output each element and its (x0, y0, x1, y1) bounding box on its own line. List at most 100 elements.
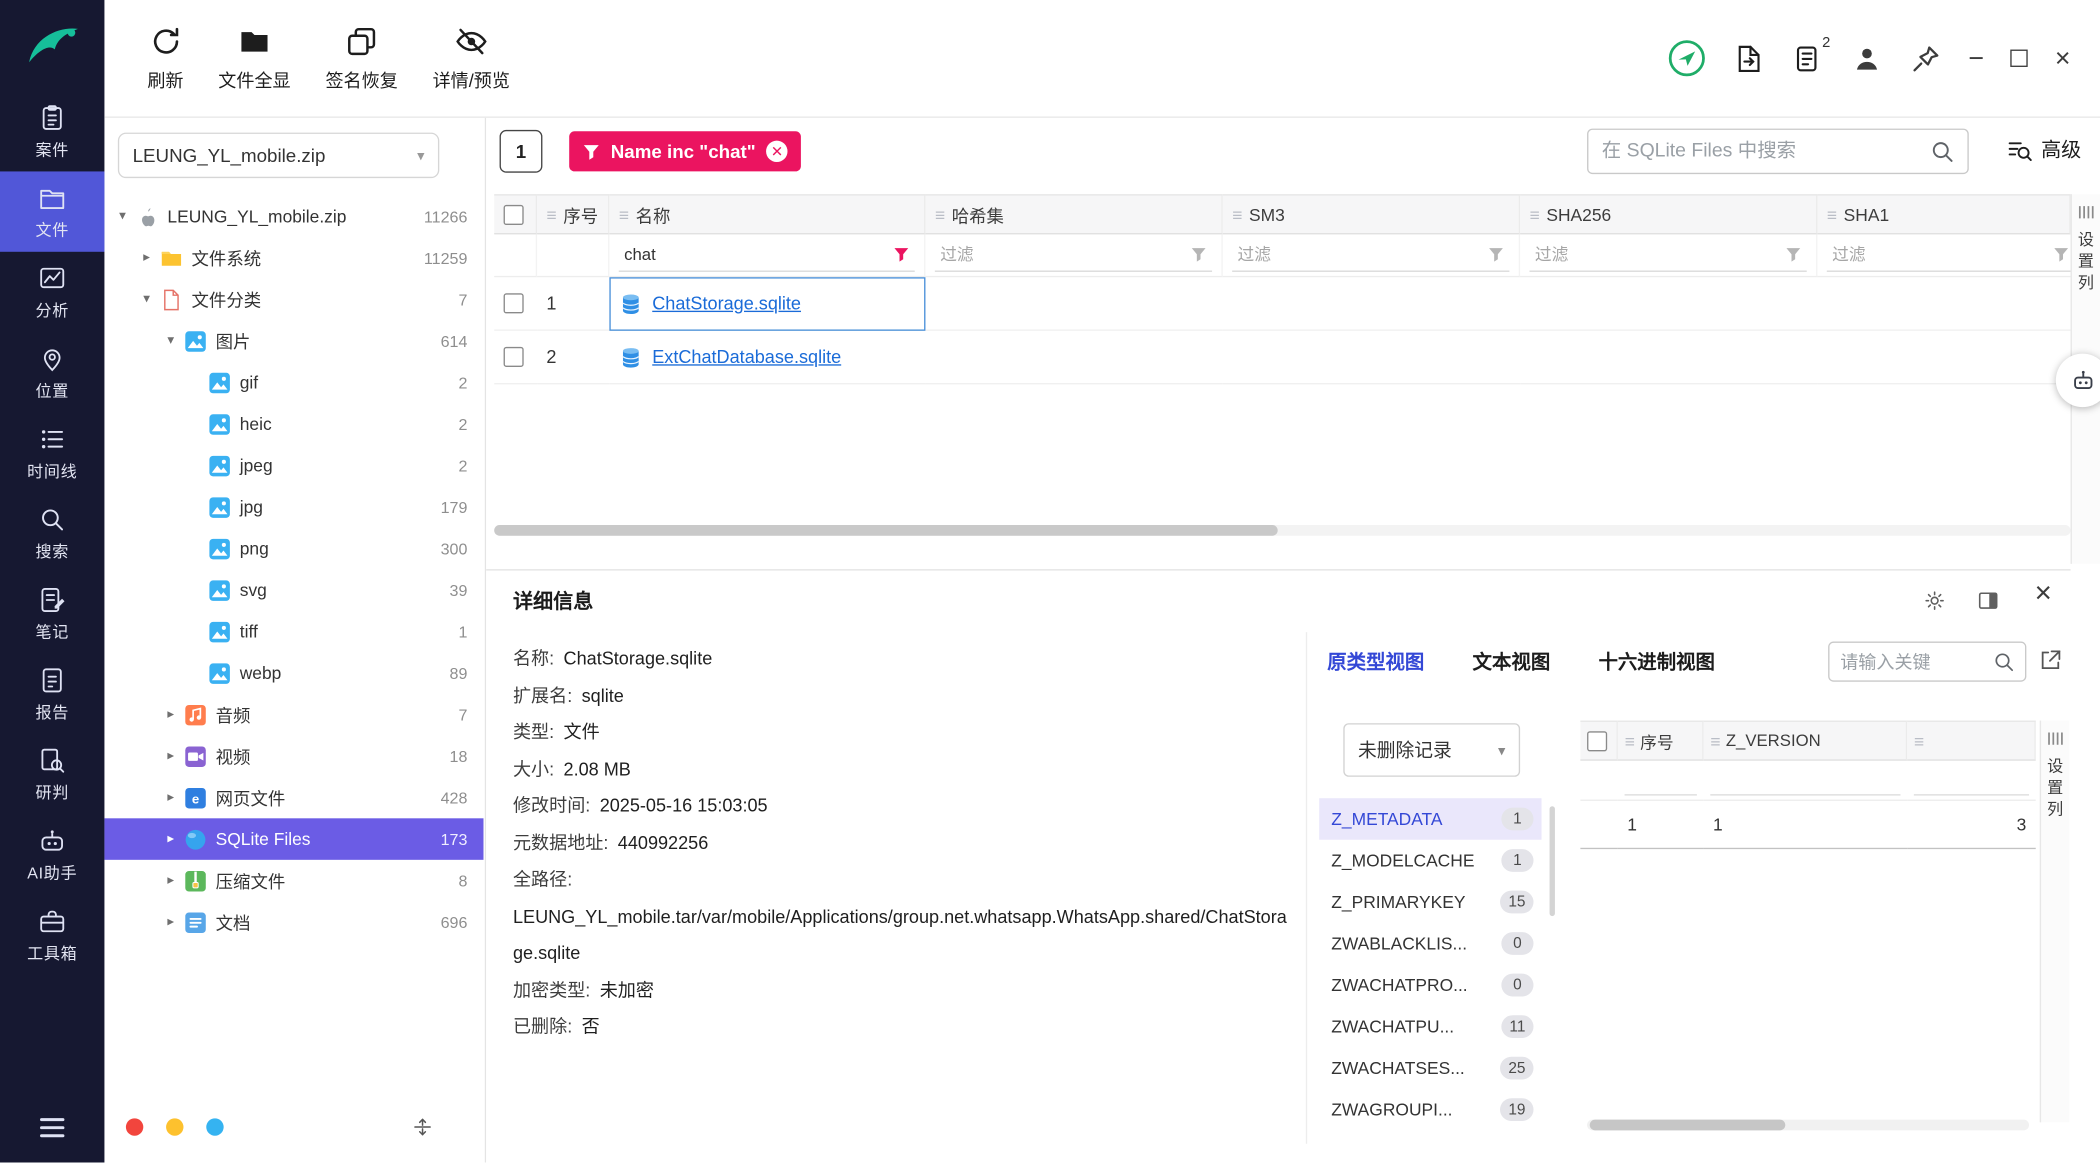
column-filter-input-2[interactable] (940, 245, 1185, 264)
funnel-icon[interactable] (1785, 246, 1801, 262)
tree-item-5[interactable]: heic2 (104, 403, 483, 445)
scrollbar-thumb[interactable] (1590, 1120, 1786, 1131)
grid-col-index[interactable]: ≡序号 (1618, 721, 1704, 761)
chevron-down-icon[interactable]: ▾ (137, 292, 157, 307)
tab-1[interactable]: 文本视图 (1473, 647, 1551, 675)
table-search-input[interactable] (1602, 141, 1922, 162)
yellow-dot[interactable] (166, 1118, 183, 1135)
view-page-button[interactable]: 1 (500, 130, 543, 173)
tree-item-6[interactable]: jpeg2 (104, 445, 483, 487)
search-icon[interactable] (1993, 651, 2014, 672)
red-dot[interactable] (126, 1118, 143, 1135)
sidebar-item-files[interactable]: 文件 (0, 171, 104, 251)
tree-item-1[interactable]: ▸文件系统11259 (104, 237, 483, 279)
table-row[interactable]: 1ChatStorage.sqlite (494, 277, 2070, 331)
select-all-checkbox[interactable] (1587, 731, 1607, 751)
tree-item-9[interactable]: svg39 (104, 569, 483, 611)
tree-item-14[interactable]: ▸e网页文件428 (104, 777, 483, 819)
grid-data-row[interactable]: 1 1 3 (1580, 801, 2035, 849)
menu-icon[interactable] (36, 1112, 68, 1144)
expand-panel-icon[interactable] (411, 1116, 434, 1139)
chevron-right-icon[interactable]: ▸ (161, 707, 181, 722)
db-table-item-5[interactable]: ZWACHATPU...11 (1319, 1006, 1541, 1048)
tab-2[interactable]: 十六进制视图 (1598, 647, 1715, 675)
evidence-dropdown[interactable]: LEUNG_YL_mobile.zip ▾ (118, 133, 439, 179)
sidebar-item-toolbox[interactable]: 工具箱 (0, 895, 104, 975)
search-icon[interactable] (1930, 139, 1954, 163)
list-scrollbar[interactable] (1550, 806, 1555, 916)
column-filter-input-4[interactable] (1535, 245, 1780, 264)
grid-col-zversion[interactable]: ≡Z_VERSION (1704, 721, 1908, 761)
task-list-icon[interactable]: 2 (1791, 42, 1823, 74)
table-col-0[interactable]: ≡序号 (537, 194, 609, 234)
chevron-right-icon[interactable]: ▸ (161, 790, 181, 805)
column-filter-input-3[interactable] (1238, 245, 1483, 264)
row-checkbox[interactable] (504, 293, 524, 313)
pin-icon[interactable] (1909, 42, 1941, 74)
db-table-item-4[interactable]: ZWACHATPRO...0 (1319, 964, 1541, 1006)
layout-panel-icon[interactable] (1975, 588, 2000, 613)
scrollbar-thumb[interactable] (494, 525, 1277, 536)
select-all-checkbox[interactable] (504, 204, 524, 224)
export-icon[interactable] (1733, 42, 1765, 74)
sidebar-item-timeline[interactable]: 时间线 (0, 413, 104, 493)
tree-item-17[interactable]: ▸文档696 (104, 901, 483, 943)
tree-item-11[interactable]: webp89 (104, 652, 483, 694)
sidebar-item-case[interactable]: 案件 (0, 91, 104, 171)
chevron-right-icon[interactable]: ▸ (137, 250, 157, 265)
tree-item-13[interactable]: ▸视频18 (104, 735, 483, 777)
row-checkbox[interactable] (504, 347, 524, 367)
tree-item-10[interactable]: tiff1 (104, 611, 483, 653)
db-table-item-2[interactable]: Z_PRIMARYKEY15 (1319, 881, 1541, 923)
funnel-icon[interactable] (2053, 246, 2069, 262)
blue-dot[interactable] (206, 1118, 223, 1135)
table-col-4[interactable]: ≡SHA256 (1520, 194, 1817, 234)
detail-search-input[interactable] (1840, 652, 1987, 672)
toolbar-signature-button[interactable]: 签名恢复 (325, 24, 397, 92)
tree-item-7[interactable]: jpg179 (104, 486, 483, 528)
db-table-item-6[interactable]: ZWACHATSES...25 (1319, 1047, 1541, 1089)
sidebar-item-review[interactable]: 研判 (0, 734, 104, 814)
window-close-button[interactable]: × (2055, 45, 2071, 72)
table-col-1[interactable]: ≡名称 (609, 194, 925, 234)
chevron-right-icon[interactable]: ▸ (161, 873, 181, 888)
window-maximize-button[interactable] (2011, 50, 2028, 67)
db-table-item-3[interactable]: ZWABLACKLIS...0 (1319, 923, 1541, 965)
tree-item-16[interactable]: ▸压缩文件8 (104, 860, 483, 902)
open-external-icon[interactable] (2037, 647, 2064, 674)
sidebar-item-analysis[interactable]: 分析 (0, 252, 104, 332)
user-icon[interactable] (1850, 42, 1882, 74)
file-link[interactable]: ExtChatDatabase.sqlite (652, 347, 841, 367)
toolbar-preview-button[interactable]: 详情/预览 (433, 24, 510, 92)
chevron-right-icon[interactable]: ▸ (161, 749, 181, 764)
table-col-2[interactable]: ≡哈希集 (925, 194, 1222, 234)
sidebar-item-search[interactable]: 搜索 (0, 493, 104, 573)
grid-filter-cell[interactable] (1704, 761, 1908, 801)
funnel-icon[interactable] (1191, 246, 1207, 262)
grid-column-settings-strip[interactable]: 设置列 (2040, 721, 2069, 1123)
sidebar-item-report[interactable]: 报告 (0, 654, 104, 734)
grid-filter-cell[interactable] (1618, 761, 1704, 801)
active-filter-tag[interactable]: Name inc "chat" ✕ (569, 131, 801, 171)
tree-item-0[interactable]: ▾LEUNG_YL_mobile.zip11266 (104, 196, 483, 238)
file-link[interactable]: ChatStorage.sqlite (652, 293, 801, 313)
toolbar-refresh-button[interactable]: 刷新 (147, 24, 183, 92)
column-filter-input-5[interactable] (1832, 245, 2048, 264)
toolbar-folder-dark-button[interactable]: 文件全显 (218, 24, 290, 92)
table-col-3[interactable]: ≡SM3 (1223, 194, 1520, 234)
advanced-search-button[interactable]: 高级 (2006, 135, 2081, 163)
column-filter-input-1[interactable] (624, 245, 888, 264)
table-col-5[interactable]: ≡SHA1 (1817, 194, 2070, 234)
chevron-right-icon[interactable]: ▸ (161, 832, 181, 847)
grid-filter-cell[interactable] (1907, 761, 2036, 801)
funnel-icon[interactable] (893, 246, 909, 262)
table-row[interactable]: 2ExtChatDatabase.sqlite (494, 331, 2070, 385)
db-table-item-0[interactable]: Z_METADATA1 (1319, 798, 1541, 840)
ai-assistant-float-button[interactable] (2056, 354, 2100, 408)
records-filter-dropdown[interactable]: 未删除记录 ▾ (1343, 723, 1520, 777)
chevron-down-icon[interactable]: ▾ (161, 333, 181, 348)
chevron-right-icon[interactable]: ▸ (161, 915, 181, 930)
sidebar-item-notes[interactable]: 笔记 (0, 573, 104, 653)
grid-col-partial[interactable]: ≡ (1907, 721, 2036, 761)
sidebar-item-location[interactable]: 位置 (0, 332, 104, 412)
